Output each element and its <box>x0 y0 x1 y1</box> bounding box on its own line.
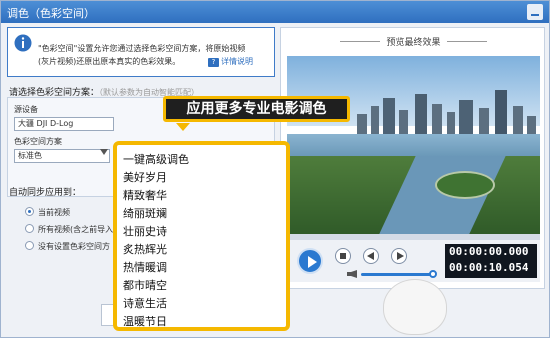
preset-dropdown-menu: 一键高级调色 美好岁月 精致奢华 绮丽斑斓 壮丽史诗 炙热辉光 热情暖调 都市晴… <box>113 141 290 331</box>
preset-item[interactable]: 炙热辉光 <box>123 241 167 257</box>
mascot-illustration <box>383 279 447 335</box>
dropdown-arrow-icon[interactable] <box>100 149 108 157</box>
preset-item[interactable]: 壮丽史诗 <box>123 223 167 239</box>
time-display: 00:00:00.000 00:00:10.054 <box>445 244 537 278</box>
video-island <box>435 171 495 199</box>
info-text-line1: "色彩空间"设置允许您通过选择色彩空间方案，将原始视频 <box>38 44 246 53</box>
sync-option-current[interactable]: 当前视频 <box>25 207 70 218</box>
preset-item[interactable]: 绮丽斑斓 <box>123 205 167 221</box>
source-device-label: 源设备 <box>14 105 38 114</box>
stop-button[interactable] <box>335 248 351 264</box>
preset-item[interactable]: 一键高级调色 <box>123 151 189 167</box>
volume-icon[interactable] <box>347 270 357 278</box>
callout-pointer-icon <box>176 123 190 131</box>
playback-controls: 00:00:00.000 00:00:10.054 <box>287 240 540 282</box>
info-icon <box>14 34 32 52</box>
current-time: 00:00:00.000 <box>449 245 529 258</box>
previous-frame-button[interactable] <box>363 248 379 264</box>
sync-option-label: 没有设置色彩空间方 <box>38 242 110 251</box>
volume-slider-handle[interactable] <box>429 270 437 278</box>
preview-title: 预览最终效果 <box>281 35 546 48</box>
preset-item[interactable]: 诗意生活 <box>123 295 167 311</box>
video-preview[interactable] <box>287 56 540 234</box>
total-time: 00:00:10.054 <box>449 261 529 274</box>
preset-item[interactable]: 热情暖调 <box>123 259 167 275</box>
sync-option-all[interactable]: 所有视频(含之前导入 <box>25 224 113 235</box>
source-device-select[interactable]: 大疆 DJI D-Log <box>14 117 114 131</box>
sync-option-label: 所有视频(含之前导入 <box>38 225 114 234</box>
radio-selected-icon <box>25 207 34 216</box>
minimize-button[interactable] <box>527 4 543 20</box>
preset-item[interactable]: 美好岁月 <box>123 169 167 185</box>
help-label: 详情说明 <box>221 57 253 66</box>
preset-item[interactable]: 温暖节日 <box>123 313 167 329</box>
sync-option-label: 当前视频 <box>38 208 70 217</box>
volume-slider[interactable] <box>361 273 433 276</box>
preset-item[interactable]: 精致奢华 <box>123 187 167 203</box>
color-space-label: 色彩空间方案 <box>14 137 62 146</box>
title-bar: 调色（色彩空间） <box>1 1 549 23</box>
radio-icon <box>25 241 34 250</box>
help-link[interactable]: ? 详情说明 <box>208 56 253 67</box>
sync-label: 自动同步应用到： <box>9 188 82 198</box>
preview-panel: 预览最终效果 00:00:00.000 00:00:10.054 <box>280 27 545 289</box>
sync-option-unset[interactable]: 没有设置色彩空间方 <box>25 241 110 252</box>
feature-callout: 应用更多专业电影调色 <box>163 96 350 122</box>
play-button[interactable] <box>297 248 323 274</box>
preset-item[interactable]: 都市晴空 <box>123 277 167 293</box>
ok-button[interactable] <box>101 304 113 326</box>
next-frame-button[interactable] <box>391 248 407 264</box>
color-space-select[interactable]: 标准色 <box>14 149 110 163</box>
info-text-line2: (灰片视频)还原出原本真实的色彩效果。 <box>38 57 181 66</box>
radio-icon <box>25 224 34 233</box>
info-box: "色彩空间"设置允许您通过选择色彩空间方案，将原始视频 (灰片视频)还原出原本真… <box>7 27 275 77</box>
window-title: 调色（色彩空间） <box>7 7 95 20</box>
help-icon: ? <box>208 58 219 67</box>
